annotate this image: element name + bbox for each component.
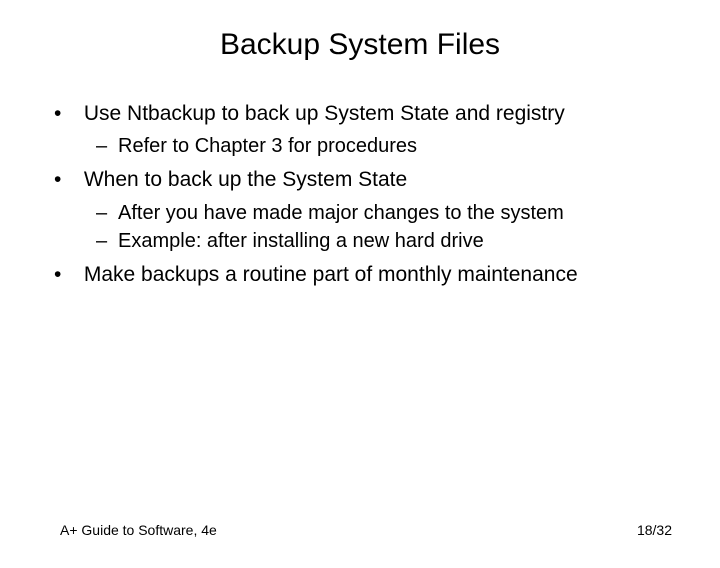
sub-bullet-item: Refer to Chapter 3 for procedures: [96, 132, 680, 160]
bullet-text: Make backups a routine part of monthly m…: [84, 263, 578, 286]
sub-bullet-list: After you have made major changes to the…: [96, 199, 680, 255]
slide-footer: A+ Guide to Software, 4e 18/32: [60, 522, 672, 538]
sub-bullet-item: Example: after installing a new hard dri…: [96, 227, 680, 255]
sub-bullet-list: Refer to Chapter 3 for procedures: [96, 132, 680, 160]
bullet-list: Use Ntbackup to back up System State and…: [60, 100, 680, 289]
sub-bullet-item: After you have made major changes to the…: [96, 199, 680, 227]
sub-bullet-text: Example: after installing a new hard dri…: [118, 230, 484, 252]
bullet-text: Use Ntbackup to back up System State and…: [84, 102, 565, 125]
footer-page-number: 18/32: [637, 522, 672, 538]
sub-bullet-text: Refer to Chapter 3 for procedures: [118, 135, 417, 157]
bullet-item: Use Ntbackup to back up System State and…: [60, 100, 680, 160]
slide: Backup System Files Use Ntbackup to back…: [0, 28, 720, 568]
bullet-text: When to back up the System State: [84, 168, 407, 191]
slide-content: Use Ntbackup to back up System State and…: [0, 100, 720, 289]
footer-left: A+ Guide to Software, 4e: [60, 522, 217, 538]
slide-title: Backup System Files: [0, 28, 720, 62]
bullet-item: Make backups a routine part of monthly m…: [60, 261, 680, 289]
bullet-item: When to back up the System State After y…: [60, 166, 680, 254]
sub-bullet-text: After you have made major changes to the…: [118, 202, 564, 224]
